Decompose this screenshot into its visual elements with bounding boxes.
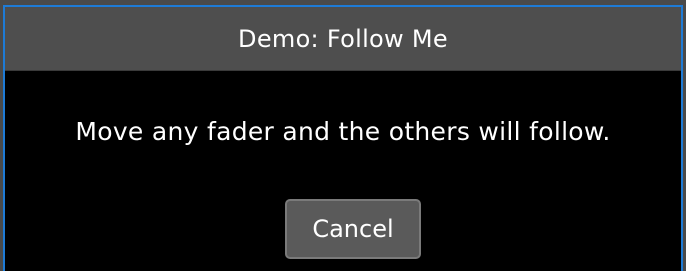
demo-dialog: Demo: Follow Me Move any fader and the o…	[3, 5, 683, 271]
dialog-body: Move any fader and the others will follo…	[5, 71, 681, 271]
dialog-title-bar: Demo: Follow Me	[5, 7, 681, 71]
dialog-message: Move any fader and the others will follo…	[75, 117, 611, 146]
cancel-button[interactable]: Cancel	[285, 199, 421, 259]
dialog-title: Demo: Follow Me	[238, 24, 448, 53]
